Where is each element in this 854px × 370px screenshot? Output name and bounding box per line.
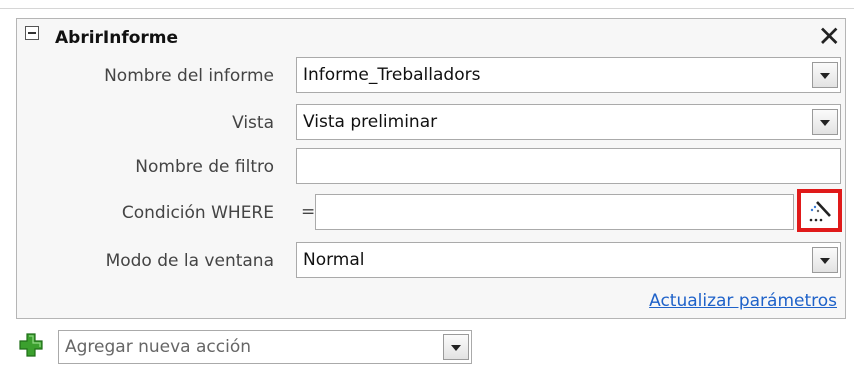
- row-where-condition: Condición WHERE =: [17, 189, 845, 232]
- report-name-label: Nombre del informe: [104, 66, 274, 86]
- where-condition-input[interactable]: [315, 194, 794, 230]
- add-new-action-placeholder: Agregar nueva acción: [65, 337, 251, 357]
- update-parameters-link[interactable]: Actualizar parámetros: [649, 291, 837, 311]
- filter-name-input[interactable]: [296, 148, 841, 184]
- where-condition-label: Condición WHERE: [121, 203, 274, 223]
- add-new-action-select[interactable]: Agregar nueva acción: [58, 330, 472, 364]
- row-window-mode: Modo de la ventana Normal: [17, 242, 845, 280]
- view-select[interactable]: Vista preliminar: [296, 104, 841, 140]
- macro-action-block: AbrirInforme ✕ Nombre del informe Inform…: [16, 18, 846, 319]
- window-mode-label: Modo de la ventana: [105, 251, 274, 271]
- window-mode-value: Normal: [303, 250, 365, 270]
- expression-builder-button[interactable]: [797, 189, 842, 232]
- wand-icon: [809, 201, 831, 222]
- where-equals-sign: =: [301, 202, 316, 222]
- close-icon[interactable]: ✕: [818, 19, 841, 55]
- row-filter-name: Nombre de filtro: [17, 148, 845, 186]
- row-view: Vista Vista preliminar: [17, 104, 845, 142]
- top-divider: [0, 8, 854, 9]
- view-label: Vista: [232, 113, 274, 133]
- report-name-select[interactable]: Informe_Treballadors: [296, 57, 841, 93]
- chevron-down-icon[interactable]: [443, 334, 469, 360]
- action-name: AbrirInforme: [55, 28, 179, 48]
- chevron-down-icon[interactable]: [812, 247, 838, 273]
- chevron-down-icon[interactable]: [812, 109, 838, 135]
- add-action-row: Agregar nueva acción: [16, 330, 472, 366]
- report-name-value: Informe_Treballadors: [303, 65, 481, 85]
- window-mode-select[interactable]: Normal: [296, 242, 841, 278]
- row-report-name: Nombre del informe Informe_Treballadors: [17, 57, 845, 95]
- collapse-icon[interactable]: [25, 26, 39, 40]
- view-value: Vista preliminar: [303, 112, 438, 132]
- filter-name-label: Nombre de filtro: [135, 157, 274, 177]
- chevron-down-icon[interactable]: [812, 62, 838, 88]
- plus-icon[interactable]: [18, 332, 44, 358]
